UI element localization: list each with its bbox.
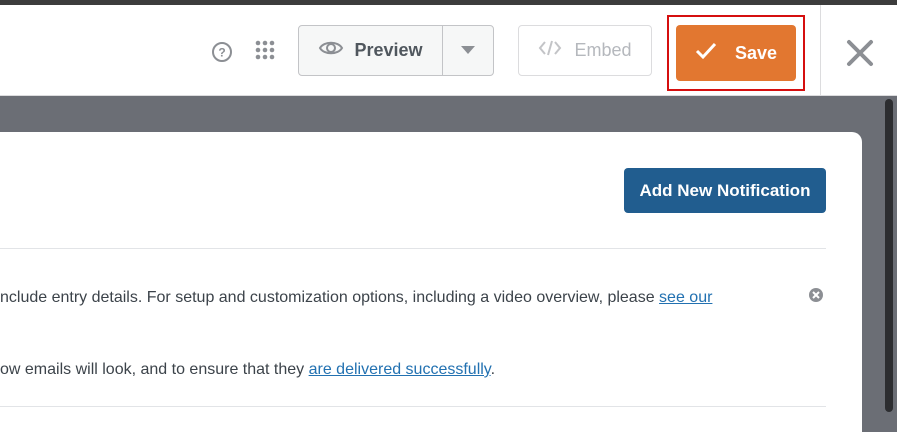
divider	[0, 406, 826, 407]
preview-label: Preview	[354, 40, 423, 60]
save-label: Save	[734, 42, 778, 63]
toolbar-divider	[820, 5, 821, 96]
see-our-link[interactable]: see our	[659, 289, 712, 306]
dismiss-circle-icon[interactable]	[808, 287, 824, 303]
divider	[0, 248, 826, 249]
eye-icon	[318, 39, 344, 62]
delivered-successfully-link[interactable]: are delivered successfully	[309, 361, 491, 378]
notifications-panel: Add New Notification nclude entry detail…	[0, 132, 862, 432]
code-icon	[538, 39, 562, 62]
notice-text: ow emails will look, and to ensure that …	[0, 361, 309, 378]
embed-button[interactable]: Embed	[518, 25, 652, 76]
help-icon[interactable]: ?	[211, 41, 233, 63]
add-new-notification-button[interactable]: Add New Notification	[624, 168, 826, 213]
save-button[interactable]: Save	[676, 25, 796, 81]
notice-line: ow emails will look, and to ensure that …	[0, 361, 495, 379]
builder-toolbar: ? Preview Embed Save	[0, 5, 897, 96]
scrollbar-thumb[interactable]	[885, 99, 893, 412]
preview-button[interactable]: Preview	[299, 26, 443, 75]
preview-button-group: Preview	[298, 25, 494, 76]
notice-text: nclude entry details. For setup and cust…	[0, 289, 660, 306]
close-icon[interactable]	[845, 38, 875, 68]
notice-line: nclude entry details. For setup and cust…	[0, 289, 712, 307]
embed-label: Embed	[574, 40, 632, 60]
notice-text-end: .	[490, 361, 496, 378]
preview-dropdown-toggle[interactable]	[443, 26, 493, 75]
svg-text:?: ?	[218, 46, 225, 60]
check-icon	[695, 42, 717, 65]
caret-down-icon	[460, 42, 476, 60]
grid-icon[interactable]	[254, 39, 276, 61]
